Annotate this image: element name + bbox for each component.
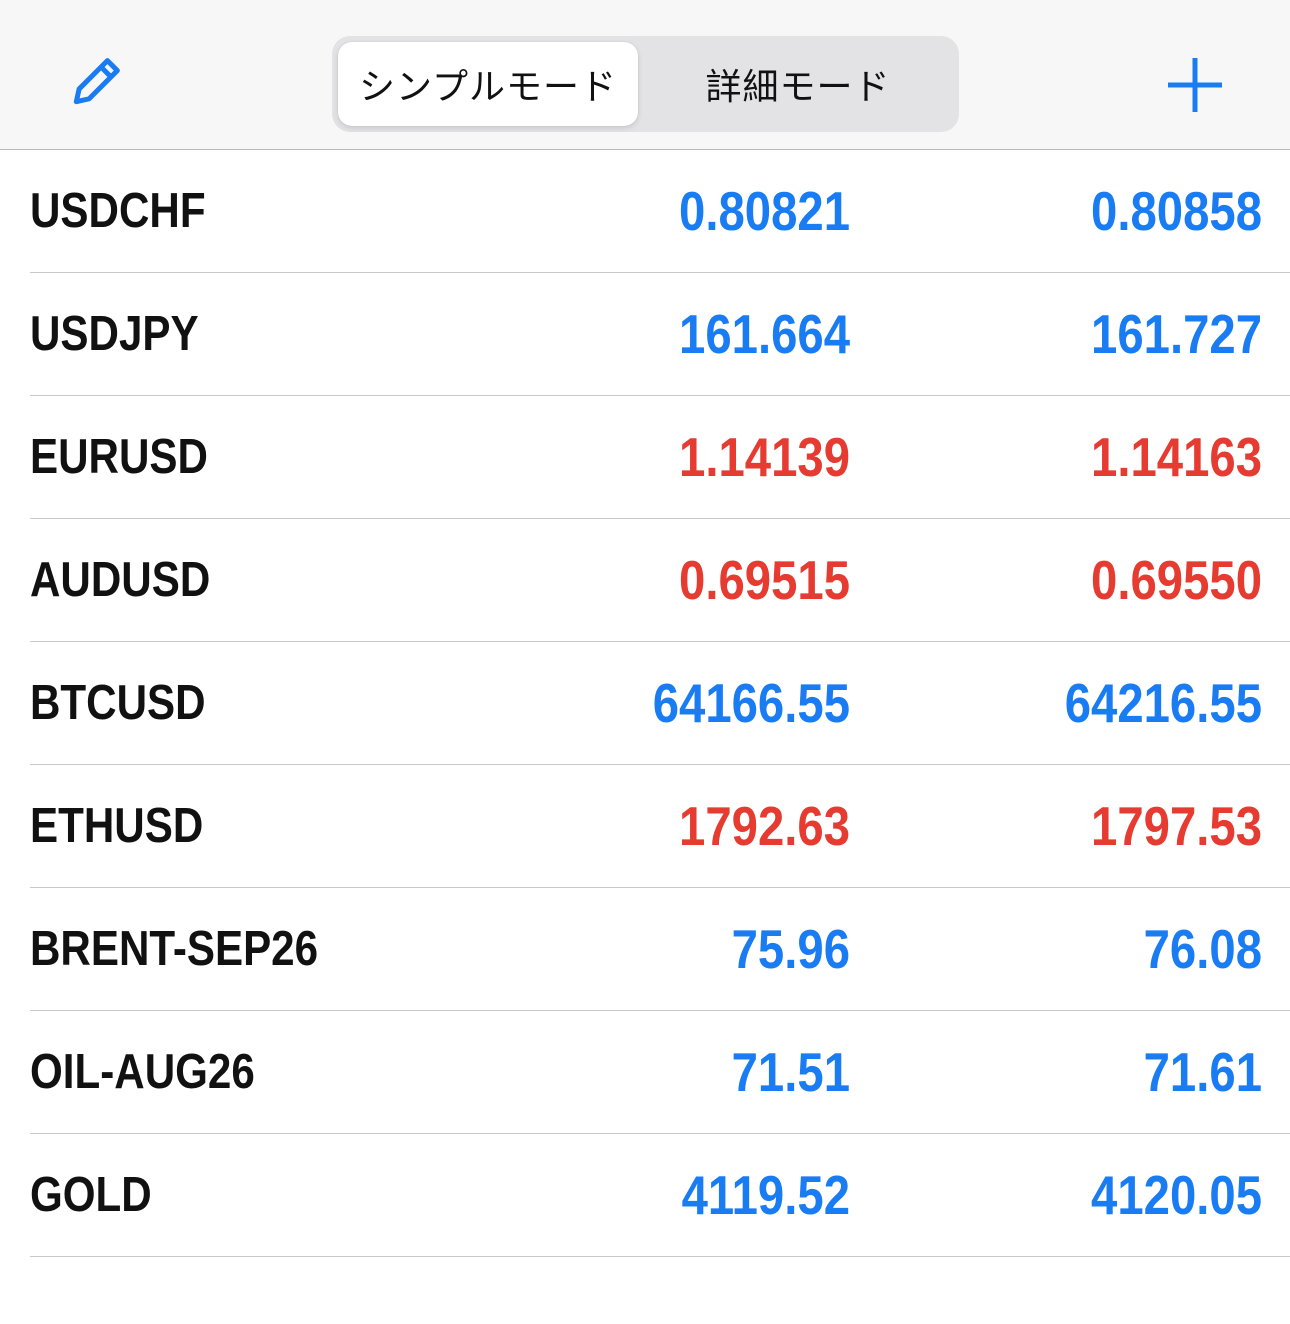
segment-detail-mode[interactable]: 詳細モード [648, 42, 948, 126]
bid-price: 1.14139 [679, 426, 850, 488]
symbol-name: BTCUSD [30, 676, 206, 730]
ask-price: 1797.53 [1091, 795, 1262, 857]
segment-simple-mode[interactable]: シンプルモード [338, 42, 638, 126]
mode-segmented-control: シンプルモード 詳細モード [332, 36, 959, 132]
quote-row[interactable]: USDCHF 0.80821 0.80858 [0, 150, 1290, 273]
bid-price: 71.51 [731, 1041, 850, 1103]
quote-row[interactable]: BRENT-SEP26 75.96 76.08 [0, 888, 1290, 1011]
segment-simple-mode-label: シンプルモード [359, 67, 617, 108]
symbol-name: ETHUSD [30, 799, 204, 853]
add-symbol-button[interactable] [1158, 48, 1232, 122]
edit-button[interactable] [58, 48, 130, 120]
pencil-icon [73, 58, 120, 105]
ask-price: 4120.05 [1091, 1164, 1262, 1226]
quote-row[interactable]: BTCUSD 64166.55 64216.55 [0, 642, 1290, 765]
quote-row[interactable]: OIL-AUG26 71.51 71.61 [0, 1011, 1290, 1134]
segment-detail-mode-label: 詳細モード [705, 67, 891, 108]
ask-price: 71.61 [1143, 1041, 1262, 1103]
symbol-name: GOLD [30, 1168, 152, 1222]
bid-price: 0.69515 [679, 549, 850, 611]
bid-price: 64166.55 [652, 672, 850, 734]
ask-price: 64216.55 [1064, 672, 1262, 734]
symbol-name: OIL-AUG26 [30, 1045, 255, 1099]
quotes-list: USDCHF 0.80821 0.80858 USDJPY 161.664 16… [0, 150, 1290, 1257]
symbol-name: AUDUSD [30, 553, 211, 607]
quote-row[interactable]: EURUSD 1.14139 1.14163 [0, 396, 1290, 519]
quote-row[interactable]: AUDUSD 0.69515 0.69550 [0, 519, 1290, 642]
plus-icon [1168, 58, 1222, 112]
ask-price: 0.69550 [1091, 549, 1262, 611]
bid-price: 75.96 [731, 918, 850, 980]
symbol-name: EURUSD [30, 430, 208, 484]
bid-price: 1792.63 [679, 795, 850, 857]
symbol-name: BRENT-SEP26 [30, 922, 319, 976]
symbol-name: USDJPY [30, 307, 199, 361]
quote-row[interactable]: USDJPY 161.664 161.727 [0, 273, 1290, 396]
ask-price: 0.80858 [1091, 180, 1262, 242]
bid-price: 161.664 [679, 303, 850, 365]
symbol-name: USDCHF [30, 184, 206, 238]
ask-price: 76.08 [1143, 918, 1262, 980]
navigation-bar: シンプルモード 詳細モード [0, 0, 1290, 150]
ask-price: 1.14163 [1091, 426, 1262, 488]
bid-price: 4119.52 [681, 1164, 850, 1226]
bid-price: 0.80821 [679, 180, 850, 242]
ask-price: 161.727 [1091, 303, 1262, 365]
quote-row[interactable]: ETHUSD 1792.63 1797.53 [0, 765, 1290, 888]
quote-row[interactable]: GOLD 4119.52 4120.05 [0, 1134, 1290, 1257]
